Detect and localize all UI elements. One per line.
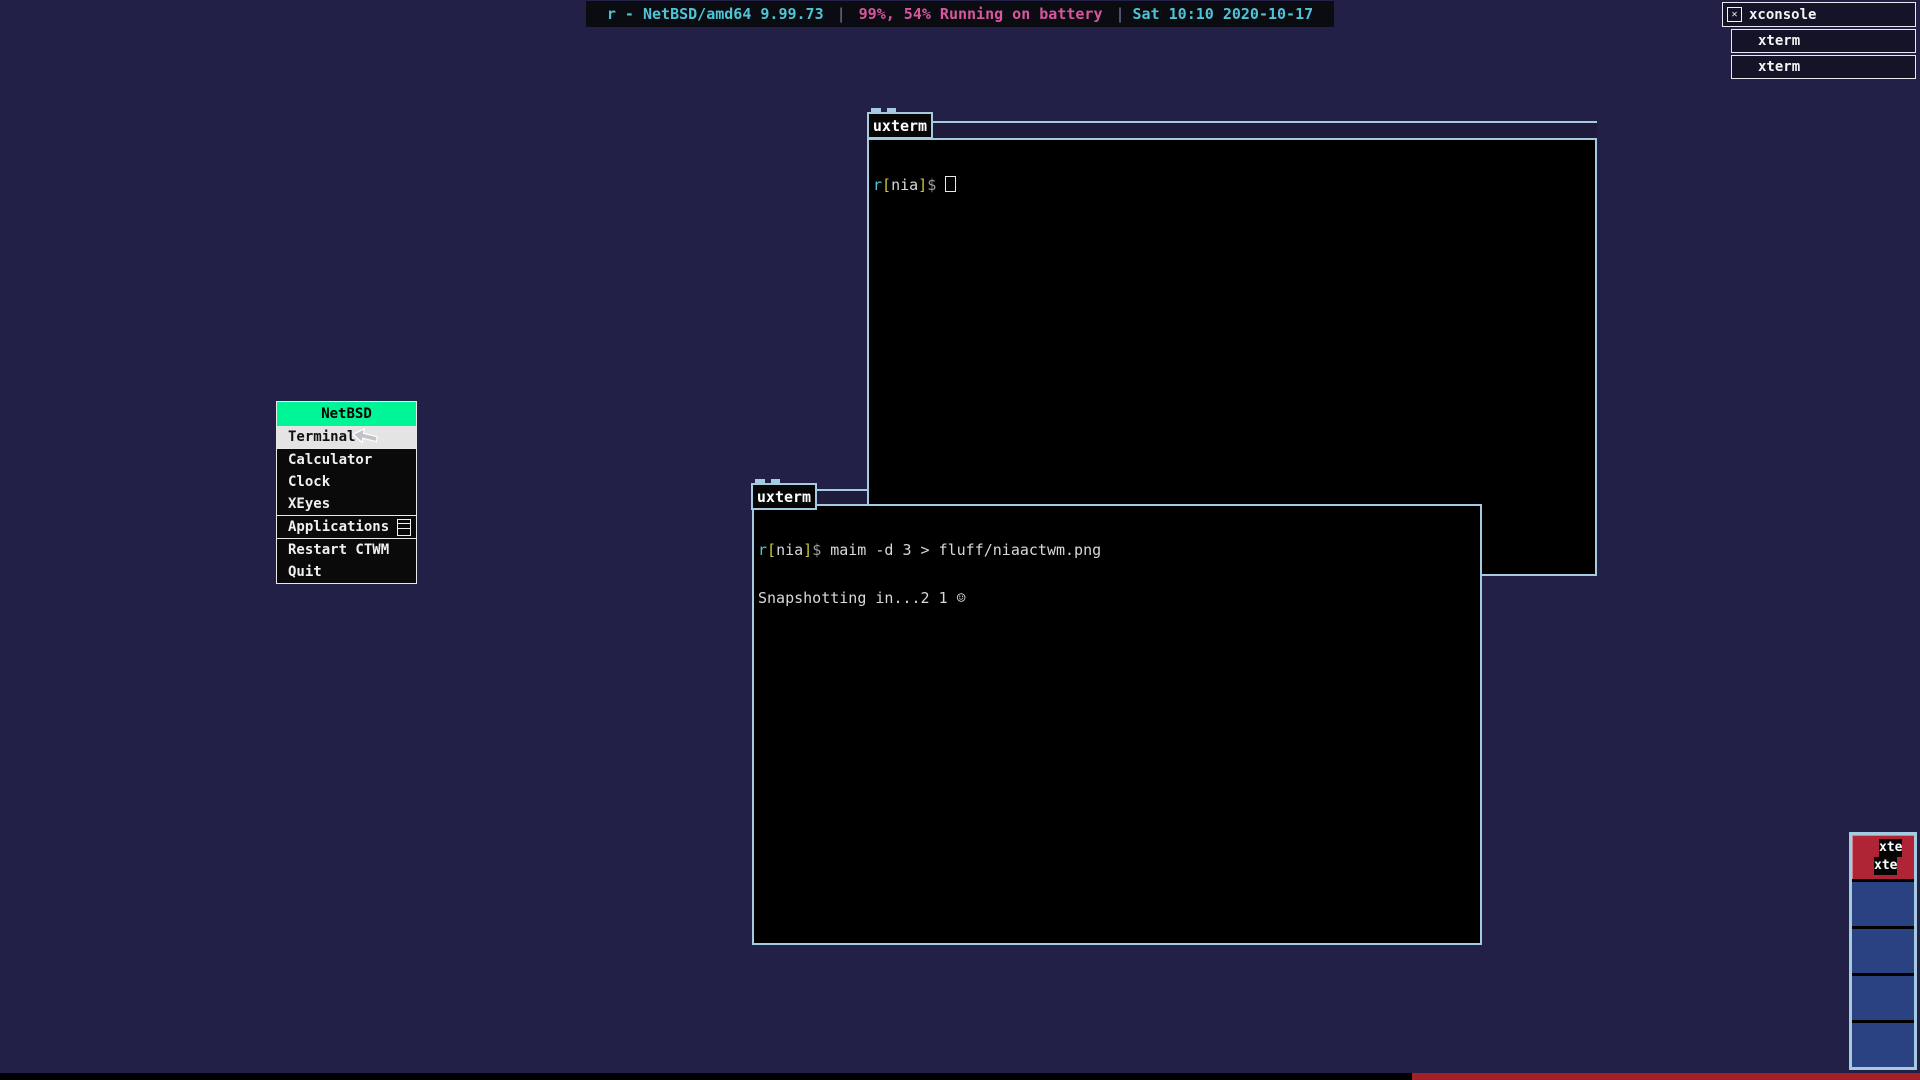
- bottom-edge-window-black[interactable]: [0, 1073, 1412, 1080]
- window2-title-tab[interactable]: uxterm: [751, 483, 817, 510]
- prompt-host: nia: [776, 541, 803, 559]
- menu-item-label: Clock: [288, 474, 330, 490]
- desktop: r - NetBSD/amd64 9.99.73 | 99%, 54% Runn…: [0, 0, 1920, 1080]
- prompt-bracket: [: [767, 541, 776, 559]
- menu-item-xeyes[interactable]: XEyes: [277, 493, 416, 515]
- workspace-cell[interactable]: [1852, 926, 1914, 973]
- status-bar: r - NetBSD/amd64 9.99.73 | 99%, 54% Runn…: [586, 1, 1334, 27]
- window2-title: uxterm: [757, 488, 811, 506]
- terminal-line: r[nia]$ maim -d 3 > fluff/niaactwm.png: [758, 542, 1480, 558]
- pager-window-chip: xte: [1874, 857, 1897, 875]
- terminal-command: maim -d 3 > fluff/niaactwm.png: [830, 541, 1101, 559]
- terminal-output: Snapshotting in...2 1 ☺: [758, 590, 1480, 606]
- menu-item-label: XEyes: [288, 496, 330, 512]
- status-host: r - NetBSD/amd64 9.99.73: [607, 5, 824, 23]
- workspace-pager: xte xte: [1849, 832, 1917, 1070]
- prompt-host: nia: [891, 176, 918, 194]
- prompt-bracket: ]: [918, 176, 927, 194]
- tab-notch: [771, 479, 780, 484]
- root-menu-title: NetBSD: [277, 402, 416, 426]
- root-menu: NetBSD Terminal Calculator Clock XEyes A…: [276, 401, 417, 584]
- menu-item-label: Calculator: [288, 452, 372, 468]
- menu-item-applications[interactable]: Applications: [277, 516, 416, 538]
- workspace-cell[interactable]: [1852, 973, 1914, 1020]
- window1-titlebar[interactable]: [867, 121, 1597, 138]
- bottom-edge-window-red[interactable]: [1412, 1073, 1920, 1080]
- prompt-user: r: [758, 541, 767, 559]
- menu-item-restart-ctwm[interactable]: Restart CTWM: [277, 539, 416, 561]
- workspace-cell[interactable]: [1852, 1020, 1914, 1067]
- tab-notch: [871, 108, 881, 113]
- iconmgr-label: xterm: [1758, 59, 1800, 75]
- prompt-bracket: ]: [803, 541, 812, 559]
- tab-notch: [755, 479, 765, 484]
- iconmgr-item-xconsole[interactable]: ✕ xconsole: [1722, 2, 1916, 27]
- menu-item-label: Terminal: [288, 429, 355, 445]
- window1-title: uxterm: [873, 117, 927, 135]
- pager-window-chip: xte: [1879, 839, 1902, 857]
- menu-item-calculator[interactable]: Calculator: [277, 449, 416, 471]
- prompt-symbol: $: [812, 541, 821, 559]
- terminal-cursor: [945, 176, 956, 192]
- window2-terminal[interactable]: r[nia]$ maim -d 3 > fluff/niaactwm.png Sn…: [752, 504, 1482, 945]
- mouse-cursor-icon: [352, 428, 379, 450]
- menu-item-quit[interactable]: Quit: [277, 561, 416, 583]
- terminal-line: r[nia]$: [873, 176, 1595, 193]
- iconmgr-item-xterm-1[interactable]: xterm: [1731, 29, 1916, 53]
- status-clock: Sat 10:10 2020-10-17: [1133, 5, 1314, 23]
- prompt-user: r: [873, 176, 882, 194]
- menu-item-clock[interactable]: Clock: [277, 471, 416, 493]
- iconified-x-icon: ✕: [1727, 7, 1742, 22]
- submenu-icon: [397, 519, 411, 536]
- workspace-cell-active[interactable]: xte xte: [1852, 835, 1914, 879]
- menu-item-label: Quit: [288, 564, 322, 580]
- status-separator: |: [1115, 5, 1124, 23]
- tab-notch: [887, 108, 896, 113]
- window1-title-tab[interactable]: uxterm: [867, 112, 933, 139]
- prompt-bracket: [: [882, 176, 891, 194]
- prompt-symbol: $: [927, 176, 936, 194]
- iconmgr-label: xterm: [1758, 33, 1800, 49]
- status-separator: |: [837, 5, 846, 23]
- menu-item-label: Applications: [288, 519, 389, 535]
- workspace-cell[interactable]: [1852, 879, 1914, 926]
- iconmgr-label: xconsole: [1749, 7, 1816, 23]
- iconmgr-item-xterm-2[interactable]: xterm: [1731, 55, 1916, 79]
- menu-item-label: Restart CTWM: [288, 542, 389, 558]
- status-battery: 99%, 54% Running on battery: [859, 5, 1103, 23]
- menu-item-terminal[interactable]: Terminal: [277, 426, 416, 448]
